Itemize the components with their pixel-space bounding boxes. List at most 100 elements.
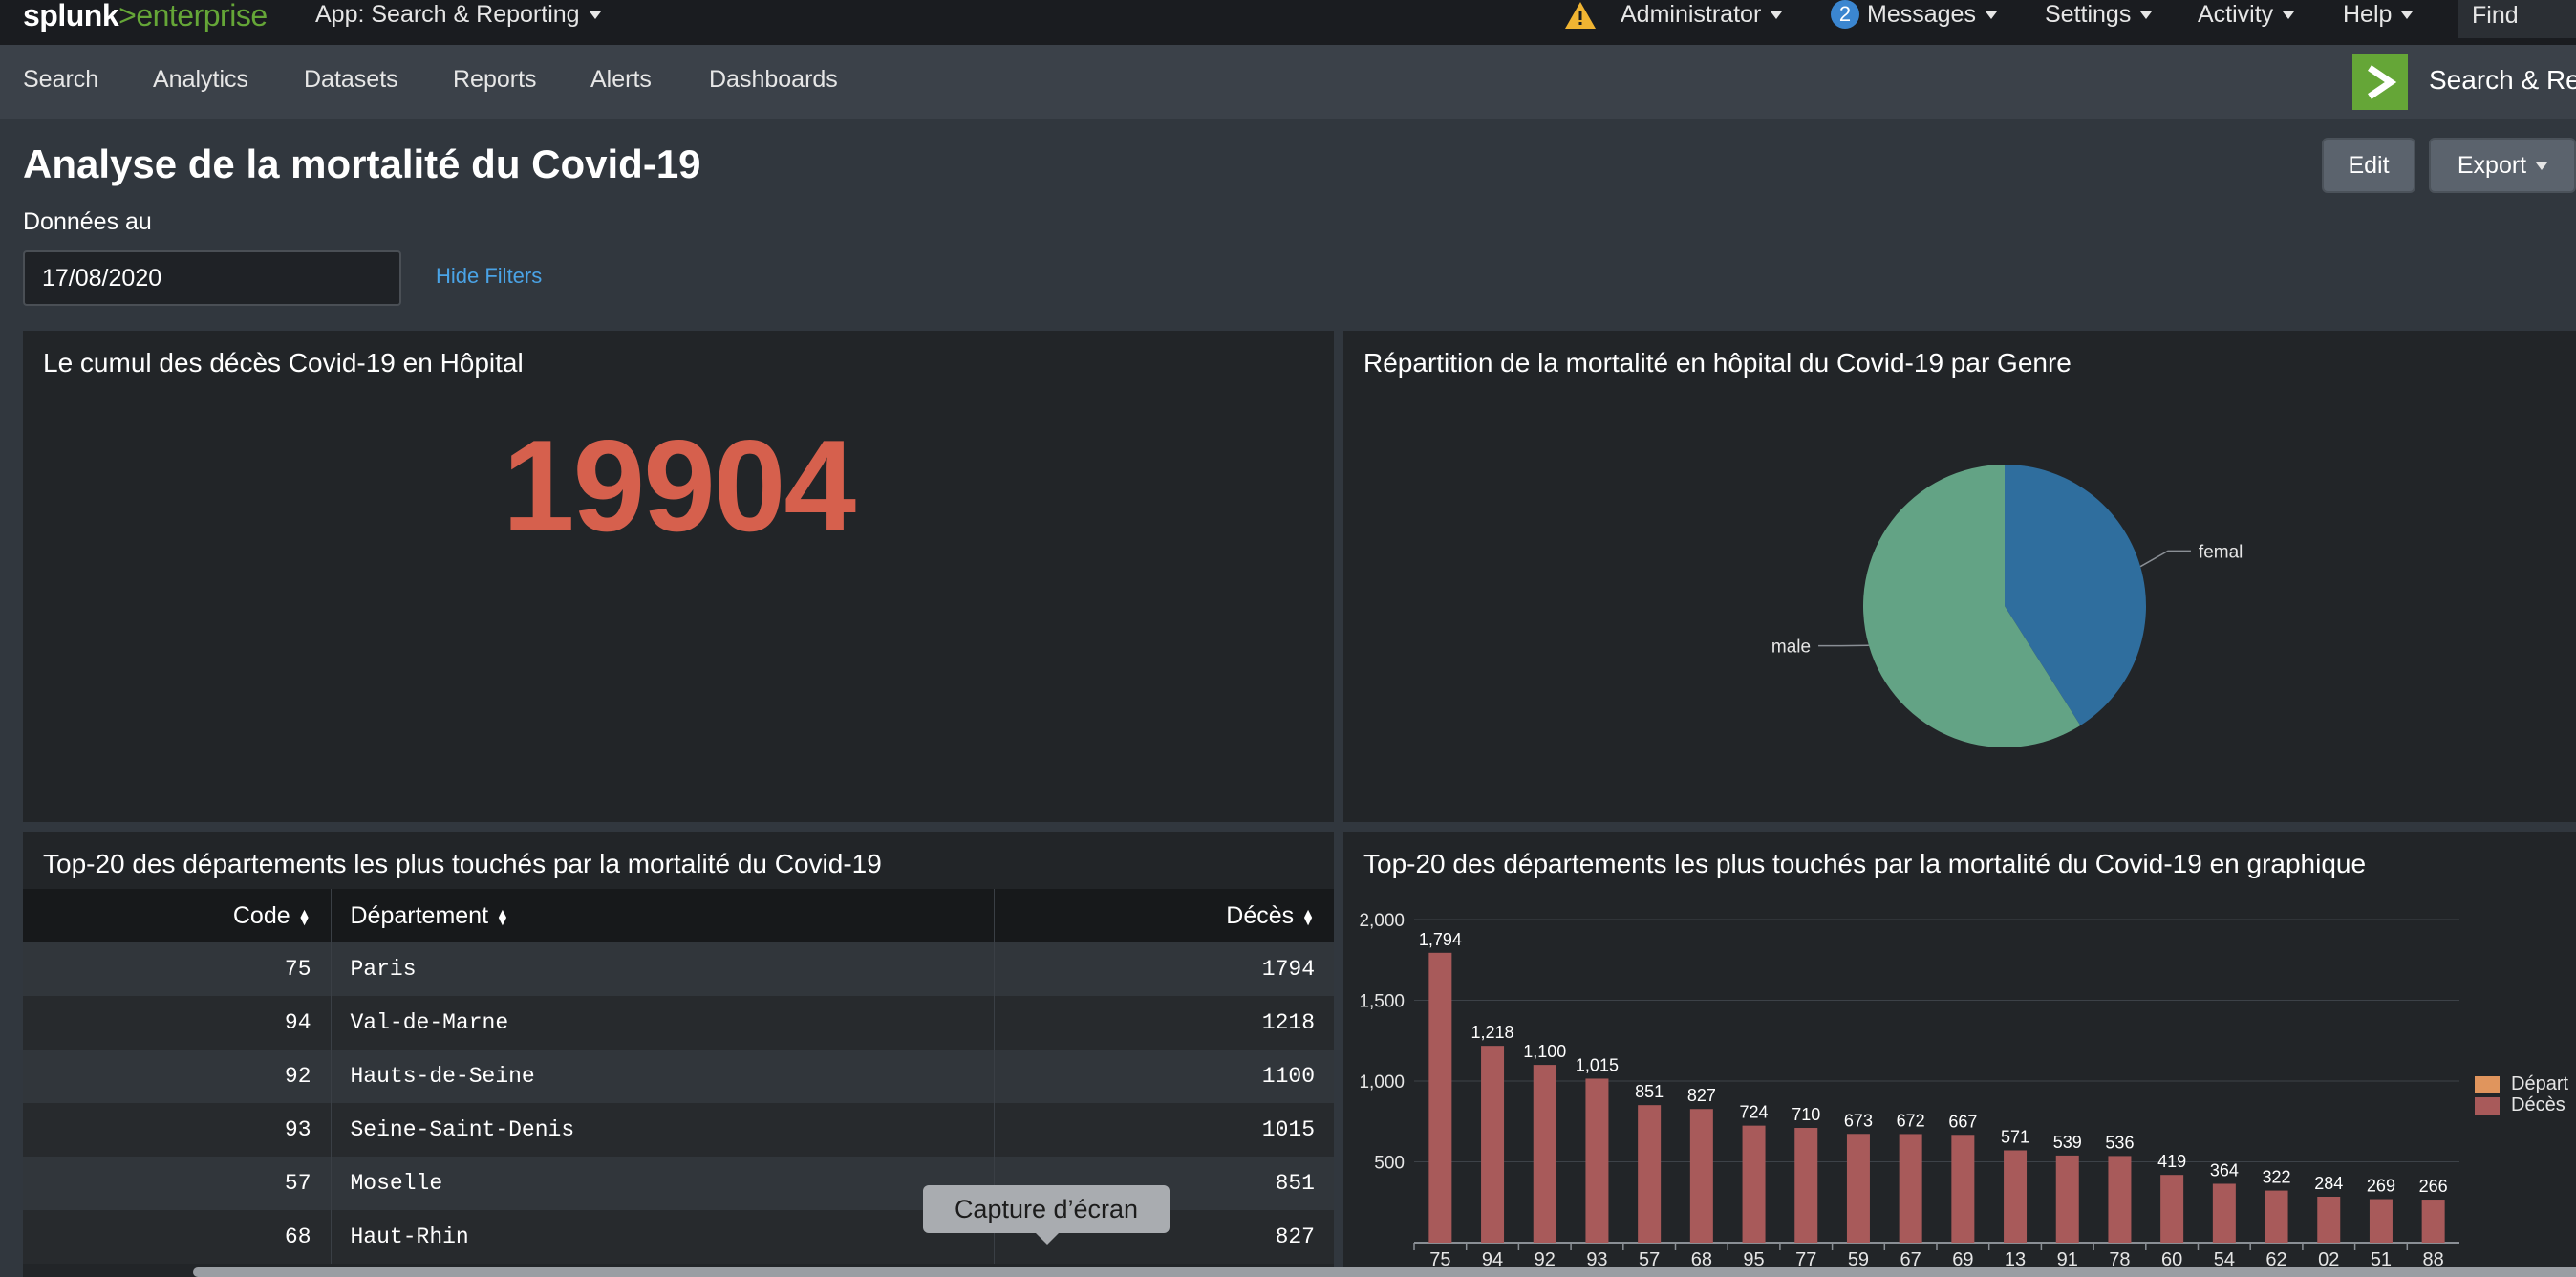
screenshot-tooltip: Capture d’écran <box>923 1185 1170 1233</box>
data-label: 539 <box>2053 1133 2082 1152</box>
chevron-down-icon <box>2536 162 2548 171</box>
table-row[interactable]: 93 Seine-Saint-Denis 1015 <box>23 1103 1334 1157</box>
data-label: 364 <box>2210 1160 2239 1180</box>
nav-dashboards[interactable]: Dashboards <box>709 45 838 119</box>
splunk-logo[interactable]: splunk>enterprise <box>23 0 268 34</box>
cell-departement: Haut-Rhin <box>331 1210 995 1264</box>
cell-code: 75 <box>23 942 332 996</box>
legend-label: Décès <box>2511 1094 2565 1115</box>
warning-icon[interactable] <box>1563 0 1598 31</box>
legend-swatch[interactable] <box>2475 1076 2500 1093</box>
bar-chart: 2,0001,5001,0005001,794751,218941,100921… <box>1359 911 2568 1270</box>
pie-label: femal <box>2199 542 2243 562</box>
single-value-panel: Le cumul des décès Covid-19 en Hôpital 1… <box>23 331 1334 822</box>
pie-chart-panel: Répartition de la mortalité en hôpital d… <box>1343 331 2576 822</box>
nav-alerts[interactable]: Alerts <box>590 45 652 119</box>
bar[interactable] <box>1638 1105 1662 1243</box>
find-input[interactable]: Find <box>2458 0 2576 38</box>
edit-button[interactable]: Edit <box>2322 138 2415 193</box>
nav-search[interactable]: Search <box>23 45 98 119</box>
column-header-departement[interactable]: Département ▲ ▼ <box>331 889 995 942</box>
cell-deces: 1100 <box>994 1050 1334 1103</box>
app-bar: Search Analytics Datasets Reports Alerts… <box>0 45 2576 119</box>
data-label: 1,218 <box>1471 1023 1514 1042</box>
y-tick-label: 2,000 <box>1359 911 1405 931</box>
data-label: 571 <box>2001 1128 2029 1147</box>
bar[interactable] <box>1951 1135 1975 1243</box>
data-label: 269 <box>2367 1177 2395 1196</box>
bar[interactable] <box>2265 1190 2288 1243</box>
cell-deces: 1015 <box>994 1103 1334 1157</box>
help-menu[interactable]: Help <box>2343 0 2414 31</box>
data-label: 266 <box>2419 1177 2448 1196</box>
messages-menu[interactable]: 2 Messages <box>1831 0 1997 31</box>
table-header-row: Code ▲ ▼ Département ▲ ▼ Décès ▲ ▼ <box>23 889 1334 942</box>
cell-code: 57 <box>23 1157 332 1210</box>
bar[interactable] <box>2212 1183 2236 1243</box>
cell-departement: Val-de-Marne <box>331 996 995 1050</box>
data-label: 1,015 <box>1576 1055 1619 1074</box>
table-row[interactable]: 92 Hauts-de-Seine 1100 <box>23 1050 1334 1103</box>
settings-menu[interactable]: Settings <box>2045 0 2153 31</box>
bar[interactable] <box>2421 1200 2445 1243</box>
nav-analytics[interactable]: Analytics <box>153 45 248 119</box>
single-value[interactable]: 19904 <box>23 411 1334 560</box>
bar[interactable] <box>2004 1150 2028 1243</box>
chevron-down-icon <box>2283 11 2295 20</box>
data-label: 710 <box>1792 1105 1820 1124</box>
pie-label: male <box>1771 638 1811 658</box>
bar[interactable] <box>2317 1197 2341 1243</box>
chevron-down-icon <box>2140 11 2153 20</box>
bar[interactable] <box>2108 1156 2132 1243</box>
legend-label: Départ <box>2511 1073 2568 1094</box>
nav-datasets[interactable]: Datasets <box>304 45 398 119</box>
bar[interactable] <box>2055 1155 2079 1243</box>
app-menu[interactable]: App: Search & Reporting <box>315 0 601 31</box>
bar[interactable] <box>1689 1109 1713 1243</box>
user-menu[interactable]: Administrator <box>1621 0 1783 31</box>
bar-chart-panel: Top-20 des départements les plus touchés… <box>1343 832 2576 1277</box>
filter-label: Données au <box>23 208 152 235</box>
nav-reports[interactable]: Reports <box>453 45 537 119</box>
date-filter-input[interactable] <box>23 250 401 306</box>
table-row[interactable]: 94 Val-de-Marne 1218 <box>23 996 1334 1050</box>
data-label: 419 <box>2157 1152 2186 1171</box>
app-title: Search & Re <box>2429 65 2576 95</box>
activity-menu[interactable]: Activity <box>2198 0 2295 31</box>
legend-swatch[interactable] <box>2475 1097 2500 1115</box>
sort-icon: ▲ ▼ <box>496 904 509 928</box>
cell-code: 92 <box>23 1050 332 1103</box>
table-row[interactable]: 75 Paris 1794 <box>23 942 1334 996</box>
bar[interactable] <box>1585 1078 1609 1243</box>
data-label: 673 <box>1844 1111 1873 1130</box>
data-label: 1,100 <box>1523 1042 1566 1061</box>
export-button[interactable]: Export <box>2429 138 2576 193</box>
data-label: 672 <box>1897 1111 1925 1130</box>
panel-title: Le cumul des décès Covid-19 en Hôpital <box>43 348 524 378</box>
bar[interactable] <box>2369 1199 2393 1243</box>
bar[interactable] <box>1533 1065 1556 1243</box>
pie-chart: femal male <box>1771 465 2243 747</box>
cell-departement: Paris <box>331 942 995 996</box>
bar[interactable] <box>1899 1134 1922 1243</box>
chevron-down-icon <box>2401 11 2414 20</box>
horizontal-scrollbar[interactable] <box>193 1267 2576 1277</box>
data-label: 322 <box>2263 1168 2291 1187</box>
column-header-deces[interactable]: Décès ▲ ▼ <box>994 889 1334 942</box>
data-label: 1,794 <box>1419 930 1462 949</box>
top-bar: splunk>enterprise App: Search & Reportin… <box>0 0 2576 45</box>
bar[interactable] <box>2160 1175 2184 1243</box>
tooltip-arrow <box>1036 1233 1059 1245</box>
bar[interactable] <box>1428 952 1452 1243</box>
cell-departement: Moselle <box>331 1157 995 1210</box>
hide-filters-link[interactable]: Hide Filters <box>436 264 542 289</box>
data-label: 284 <box>2314 1174 2343 1193</box>
chevron-down-icon <box>1985 11 1997 20</box>
panel-title: Top-20 des départements les plus touchés… <box>43 849 882 878</box>
cell-departement: Hauts-de-Seine <box>331 1050 995 1103</box>
bar[interactable] <box>1846 1134 1870 1243</box>
bar[interactable] <box>1794 1128 1818 1243</box>
bar[interactable] <box>1742 1125 1766 1243</box>
bar[interactable] <box>1481 1046 1505 1243</box>
column-header-code[interactable]: Code ▲ ▼ <box>23 889 332 942</box>
